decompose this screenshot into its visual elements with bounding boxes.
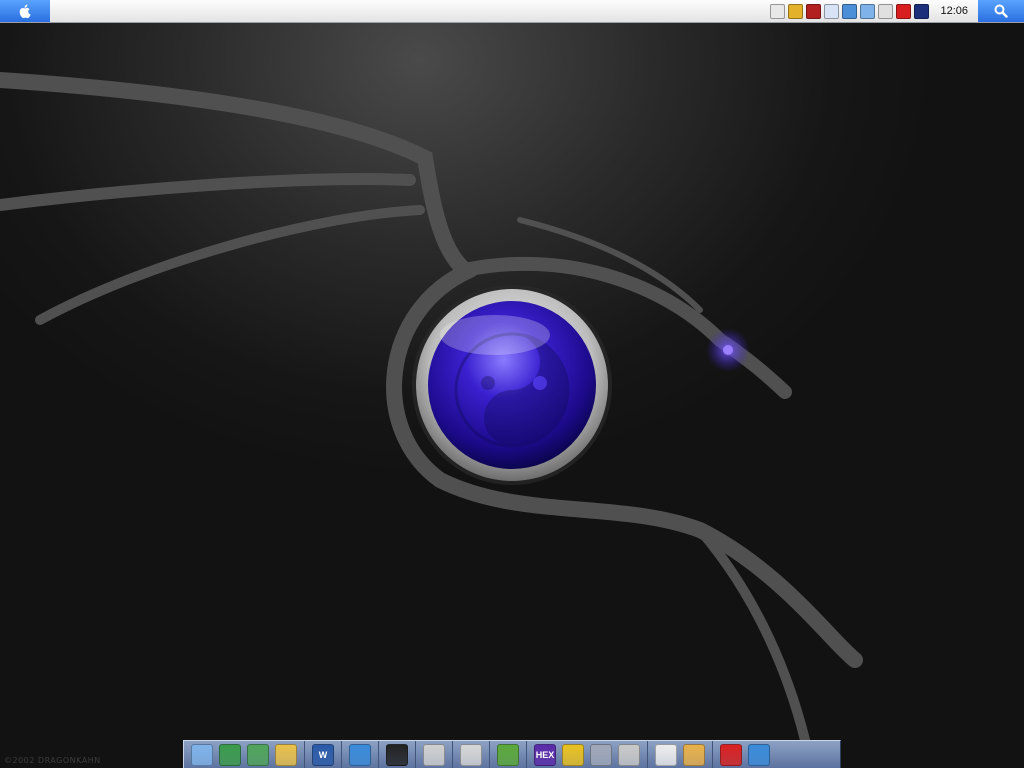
media-player-icon[interactable] <box>423 743 445 766</box>
globe-icon[interactable] <box>788 3 804 19</box>
fax-icon[interactable] <box>806 3 822 19</box>
dock: W HEX <box>183 740 841 768</box>
open-folder-icon[interactable] <box>683 743 705 766</box>
dock-group <box>490 740 527 768</box>
power-icon[interactable] <box>896 3 912 19</box>
archive-icon[interactable] <box>618 743 640 766</box>
cd-burner-icon[interactable] <box>460 743 482 766</box>
search-button[interactable] <box>978 0 1024 22</box>
folder-icon[interactable] <box>275 743 297 766</box>
dock-group: HEX <box>527 740 648 768</box>
hex-editor-icon[interactable]: HEX <box>534 743 556 766</box>
phone-icon[interactable] <box>770 3 786 19</box>
recycle-icon[interactable] <box>247 743 269 766</box>
disk-icon[interactable] <box>860 3 876 19</box>
dock-group <box>453 740 490 768</box>
paint-icon[interactable] <box>497 743 519 766</box>
system-tray: 12:06 <box>770 2 974 20</box>
target-icon[interactable] <box>914 3 930 19</box>
command-prompt-icon[interactable] <box>386 743 408 766</box>
display-settings-icon[interactable] <box>748 743 770 766</box>
dragon-wallpaper <box>0 72 863 745</box>
scanner-icon[interactable] <box>590 743 612 766</box>
wallpaper-watermark: ©2002 DRAGONKAHN <box>4 756 101 765</box>
apple-icon <box>19 4 31 19</box>
dock-group <box>342 740 379 768</box>
dock-group <box>713 741 777 768</box>
network-places-icon[interactable] <box>219 743 241 766</box>
apple-menu-button[interactable] <box>0 0 50 22</box>
notepad-icon[interactable] <box>655 743 677 766</box>
gear-icon[interactable] <box>562 743 584 766</box>
no-entry-icon[interactable] <box>720 743 742 766</box>
internet-explorer-icon[interactable] <box>349 743 371 766</box>
desktop: ©2002 DRAGONKAHN 12:06 W HEX <box>0 0 1024 768</box>
menu-bar-clock[interactable]: 12:06 <box>940 5 968 17</box>
dock-group <box>416 740 453 768</box>
word-icon[interactable]: W <box>312 743 334 766</box>
volume-icon[interactable] <box>878 3 894 19</box>
magnifier-icon <box>994 4 1008 18</box>
dock-group: W <box>305 740 342 768</box>
window-icon[interactable] <box>824 3 840 19</box>
network-icon[interactable] <box>842 3 858 19</box>
dock-group <box>379 740 416 768</box>
my-computer-icon[interactable] <box>191 743 213 766</box>
menu-bar: 12:06 <box>0 0 1024 23</box>
dock-group <box>184 740 305 768</box>
dragon-eye <box>723 345 733 355</box>
dock-group <box>648 740 713 768</box>
